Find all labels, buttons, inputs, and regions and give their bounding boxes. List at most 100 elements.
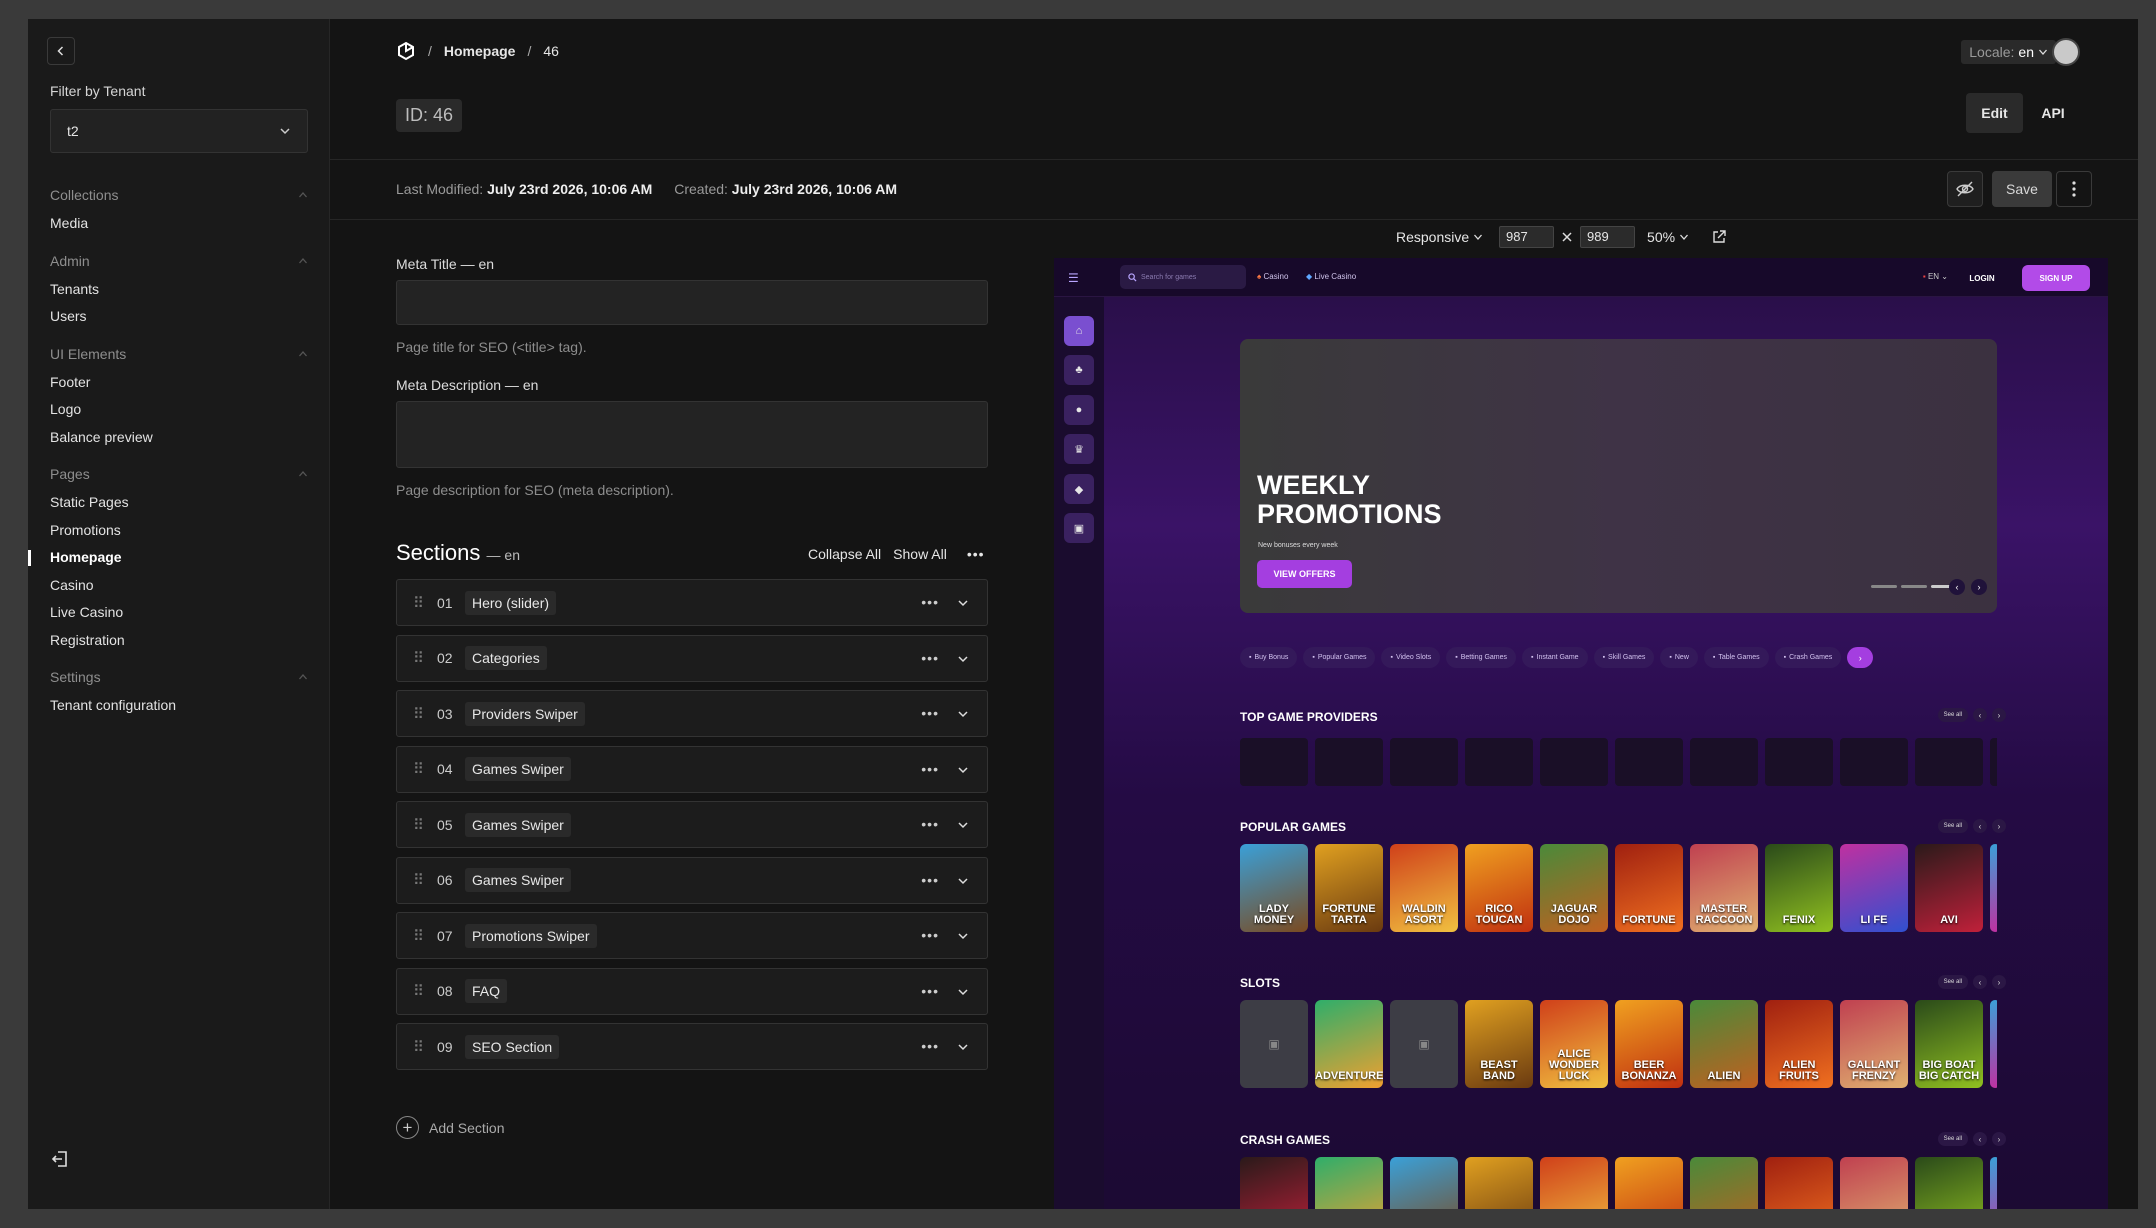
collapse-sidebar-button[interactable] bbox=[47, 37, 75, 65]
game-tile[interactable]: BIG BOAT BIG CATCH bbox=[1915, 1000, 1983, 1088]
game-tile[interactable]: XMAS CRASH bbox=[1465, 1157, 1533, 1209]
viewport-mode-select[interactable]: Responsive bbox=[1396, 229, 1483, 245]
provider-logo[interactable] bbox=[1990, 738, 1997, 786]
section-row[interactable]: ⠿ 03 Providers Swiper ••• bbox=[396, 690, 988, 737]
game-tile[interactable] bbox=[1990, 1157, 1997, 1209]
meta-description-textarea[interactable] bbox=[396, 401, 988, 468]
section-more-button[interactable]: ••• bbox=[921, 927, 939, 943]
drag-handle-icon[interactable]: ⠿ bbox=[413, 927, 431, 945]
preview-nav-casino[interactable]: ♠ Casino bbox=[1257, 272, 1288, 281]
game-tile[interactable]: BEAST BAND bbox=[1465, 1000, 1533, 1088]
slots-prev[interactable]: ‹ bbox=[1973, 975, 1987, 989]
drag-handle-icon[interactable]: ⠿ bbox=[413, 982, 431, 1000]
section-more-button[interactable]: ••• bbox=[921, 872, 939, 888]
logout-button[interactable] bbox=[50, 1149, 70, 1169]
game-tile[interactable] bbox=[1690, 1157, 1758, 1209]
hero-next-button[interactable]: › bbox=[1971, 579, 1987, 595]
game-tile[interactable] bbox=[1915, 1157, 1983, 1209]
preview-signup-button[interactable]: SIGN UP bbox=[2022, 265, 2090, 291]
hero-prev-button[interactable]: ‹ bbox=[1949, 579, 1965, 595]
section-row[interactable]: ⠿ 05 Games Swiper ••• bbox=[396, 801, 988, 848]
game-tile[interactable]: AVI bbox=[1240, 1157, 1308, 1209]
chevron-down-icon[interactable] bbox=[957, 986, 969, 998]
sections-more-button[interactable]: ••• bbox=[967, 546, 985, 562]
game-tile[interactable]: CRASH bbox=[1615, 1157, 1683, 1209]
rail-cards-icon[interactable]: ♣ bbox=[1064, 355, 1094, 385]
rail-trophy-icon[interactable]: ♛ bbox=[1064, 434, 1094, 464]
collapse-all-button[interactable]: Collapse All bbox=[808, 546, 881, 562]
slots-see-all[interactable]: See all bbox=[1937, 975, 1968, 989]
drag-handle-icon[interactable]: ⠿ bbox=[413, 760, 431, 778]
meta-title-input[interactable] bbox=[396, 280, 988, 325]
zoom-select[interactable]: 50% bbox=[1647, 229, 1689, 245]
preview-category-next-button[interactable]: › bbox=[1847, 647, 1874, 668]
tenant-select[interactable]: t2 bbox=[50, 109, 308, 153]
section-row[interactable]: ⠿ 01 Hero (slider) ••• bbox=[396, 579, 988, 626]
chevron-down-icon[interactable] bbox=[957, 819, 969, 831]
game-tile[interactable]: FORTUNE TARTA bbox=[1315, 844, 1383, 932]
provider-logo[interactable] bbox=[1615, 738, 1683, 786]
sidebar-item-promotions[interactable]: Promotions bbox=[50, 517, 308, 545]
add-section-button[interactable]: + Add Section bbox=[396, 1116, 505, 1139]
section-more-button[interactable]: ••• bbox=[921, 983, 939, 999]
game-tile[interactable]: HEZAREN CRASH bbox=[1390, 1157, 1458, 1209]
popular-see-all[interactable]: See all bbox=[1937, 819, 1968, 833]
game-tile[interactable] bbox=[1990, 844, 1997, 932]
drag-handle-icon[interactable]: ⠿ bbox=[413, 1038, 431, 1056]
drag-handle-icon[interactable]: ⠿ bbox=[413, 705, 431, 723]
game-tile[interactable]: Crash bbox=[1765, 1157, 1833, 1209]
locale-select[interactable]: Locale: en bbox=[1961, 40, 2056, 64]
logo-icon[interactable] bbox=[396, 41, 416, 61]
crash-see-all[interactable]: See all bbox=[1937, 1132, 1968, 1146]
section-more-button[interactable]: ••• bbox=[921, 650, 939, 666]
nav-group-header[interactable]: Pages bbox=[50, 463, 308, 485]
nav-group-header[interactable]: Settings bbox=[50, 666, 308, 688]
drag-handle-icon[interactable]: ⠿ bbox=[413, 594, 431, 612]
provider-logo[interactable] bbox=[1240, 738, 1308, 786]
provider-logo[interactable] bbox=[1390, 738, 1458, 786]
game-tile[interactable]: pinho bbox=[1315, 1157, 1383, 1209]
sidebar-item-tenants[interactable]: Tenants bbox=[50, 276, 308, 304]
game-tile[interactable]: ALIEN bbox=[1690, 1000, 1758, 1088]
preview-category-chip[interactable]: ▪ Table Games bbox=[1703, 647, 1769, 668]
sidebar-item-static-pages[interactable]: Static Pages bbox=[50, 489, 308, 517]
rail-gift-icon[interactable]: ▣ bbox=[1064, 513, 1094, 543]
providers-see-all[interactable]: See all bbox=[1937, 708, 1968, 722]
sidebar-item-homepage[interactable]: Homepage bbox=[28, 544, 308, 572]
viewport-width-input[interactable]: 987 bbox=[1499, 226, 1555, 248]
game-tile[interactable]: FENIX bbox=[1765, 844, 1833, 932]
section-more-button[interactable]: ••• bbox=[921, 705, 939, 721]
preview-category-chip[interactable]: ▪ Crash Games bbox=[1774, 647, 1842, 668]
preview-category-chip[interactable]: ▪ Video Slots bbox=[1381, 647, 1441, 668]
game-tile-placeholder[interactable]: ▣ bbox=[1390, 1000, 1458, 1088]
provider-logo[interactable] bbox=[1840, 738, 1908, 786]
providers-next[interactable]: › bbox=[1992, 708, 2006, 722]
game-tile[interactable]: LI FE bbox=[1840, 844, 1908, 932]
section-row[interactable]: ⠿ 02 Categories ••• bbox=[396, 634, 988, 682]
tab-api[interactable]: API bbox=[2025, 93, 2081, 133]
section-row[interactable]: ⠿ 08 FAQ ••• bbox=[396, 967, 988, 1015]
open-external-icon[interactable] bbox=[1711, 229, 1727, 245]
game-tile[interactable]: ALICE WONDER LUCK bbox=[1540, 1000, 1608, 1088]
section-more-button[interactable]: ••• bbox=[921, 816, 939, 832]
chevron-down-icon[interactable] bbox=[957, 653, 969, 665]
hamburger-icon[interactable]: ☰ bbox=[1068, 271, 1079, 285]
chevron-down-icon[interactable] bbox=[957, 708, 969, 720]
providers-prev[interactable]: ‹ bbox=[1973, 708, 1987, 722]
game-tile[interactable]: FORTUNE bbox=[1615, 844, 1683, 932]
hero-view-offers-button[interactable]: VIEW OFFERS bbox=[1257, 560, 1352, 588]
preview-login-button[interactable]: LOGIN bbox=[1958, 267, 2006, 289]
sidebar-item-footer[interactable]: Footer bbox=[50, 369, 308, 397]
show-all-button[interactable]: Show All bbox=[893, 546, 947, 562]
slots-next[interactable]: › bbox=[1992, 975, 2006, 989]
game-tile[interactable]: ALIEN FRUITS bbox=[1765, 1000, 1833, 1088]
preview-category-chip[interactable]: ▪ New bbox=[1660, 647, 1698, 668]
chevron-down-icon[interactable] bbox=[957, 597, 969, 609]
popular-next[interactable]: › bbox=[1992, 819, 2006, 833]
game-tile[interactable]: RICO TOUCAN bbox=[1465, 844, 1533, 932]
section-more-button[interactable]: ••• bbox=[921, 1038, 939, 1054]
section-row[interactable]: ⠿ 09 SEO Section ••• bbox=[396, 1023, 988, 1070]
popular-prev[interactable]: ‹ bbox=[1973, 819, 1987, 833]
game-tile[interactable]: WALDIN ASORT bbox=[1390, 844, 1458, 932]
game-tile[interactable]: LADY MONEY bbox=[1240, 844, 1308, 932]
